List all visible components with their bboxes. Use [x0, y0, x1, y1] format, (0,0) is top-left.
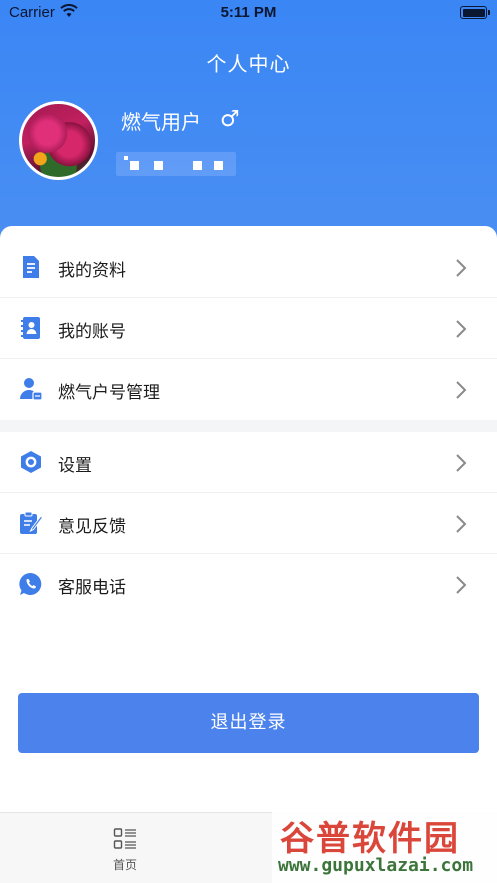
chevron-right-icon	[456, 576, 467, 594]
menu-item-label: 燃气户号管理	[58, 383, 160, 403]
settings-hexagon-icon	[21, 451, 41, 473]
menu-item-feedback[interactable]: 意见反馈	[0, 493, 497, 554]
tab-home-label: 首页	[112, 858, 137, 872]
chevron-right-icon	[456, 259, 467, 277]
watermark-url: www.gupuxlazai.com	[278, 855, 474, 876]
contact-book-icon	[21, 317, 40, 339]
menu-item-label: 设置	[58, 456, 92, 476]
status-bar: Carrier 5:11 PM	[0, 0, 497, 26]
menu-item-label: 我的资料	[58, 261, 126, 281]
menu-item-label: 我的账号	[58, 322, 126, 342]
menu-item-my-profile[interactable]: 我的资料	[0, 237, 497, 298]
section-divider	[0, 420, 497, 432]
tab-home[interactable]: 首页	[95, 823, 155, 873]
chevron-right-icon	[456, 515, 467, 533]
profile-header: Carrier 5:11 PM 个人中心 燃气用户 ♂	[0, 0, 497, 250]
chevron-right-icon	[456, 381, 467, 399]
menu-card-primary: 我的资料 我的账号 燃气户号管理	[0, 226, 497, 420]
logout-button[interactable]: 退出登录	[18, 693, 479, 753]
clock: 5:11 PM	[220, 4, 277, 21]
grid-list-icon	[113, 828, 136, 849]
logout-section: 退出登录	[0, 615, 497, 812]
menu-item-my-account[interactable]: 我的账号	[0, 298, 497, 359]
user-card-icon	[20, 378, 43, 401]
menu-item-label: 意见反馈	[58, 517, 126, 537]
masked-phone-number	[116, 152, 236, 176]
chevron-right-icon	[456, 320, 467, 338]
menu-item-customer-service-phone[interactable]: 客服电话	[0, 554, 497, 615]
feedback-edit-icon	[20, 511, 43, 534]
page-title: 个人中心	[206, 52, 291, 76]
phone-bubble-icon	[19, 572, 42, 595]
avatar[interactable]	[19, 101, 98, 180]
battery-icon	[460, 6, 490, 19]
menu-item-gas-account-management[interactable]: 燃气户号管理	[0, 359, 497, 420]
chevron-right-icon	[456, 454, 467, 472]
watermark-title: 谷普软件园	[280, 819, 460, 859]
username: 燃气用户	[121, 110, 201, 134]
site-watermark: 谷普软件园 www.gupuxlazai.com	[272, 807, 497, 883]
menu-item-settings[interactable]: 设置	[0, 432, 497, 493]
menu-card-secondary: 设置 意见反馈 客服电话	[0, 432, 497, 615]
menu-item-label: 客服电话	[58, 578, 126, 598]
document-icon	[23, 256, 39, 278]
male-gender-icon: ♂	[220, 107, 240, 132]
